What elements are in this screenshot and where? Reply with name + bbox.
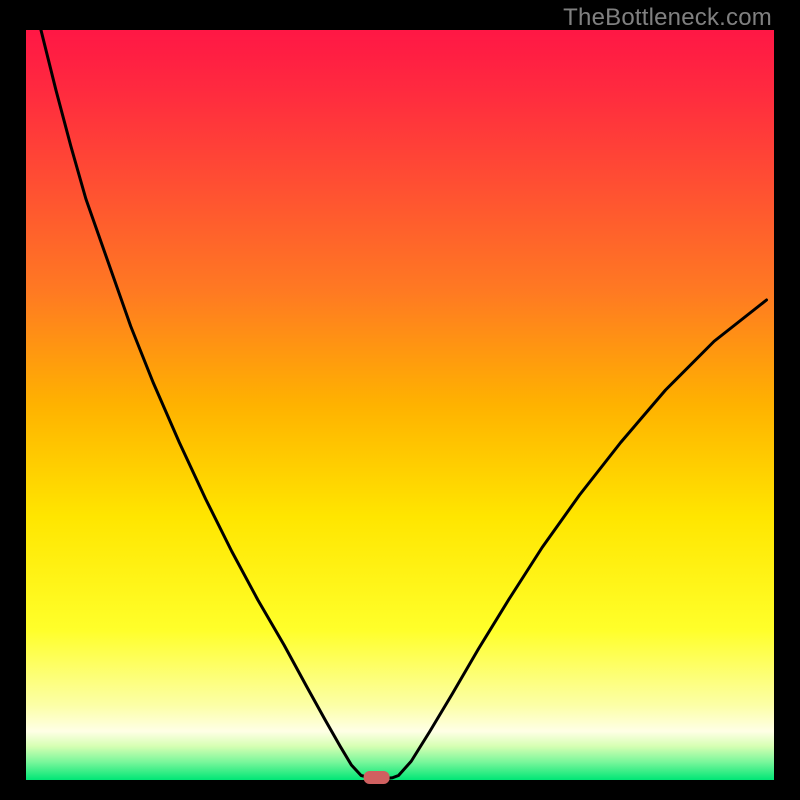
- bottleneck-curve-chart: [0, 0, 800, 800]
- optimal-point-marker: [364, 771, 390, 784]
- watermark-text: TheBottleneck.com: [563, 4, 772, 32]
- plot-background: [26, 30, 774, 780]
- chart-container: TheBottleneck.com: [0, 0, 800, 800]
